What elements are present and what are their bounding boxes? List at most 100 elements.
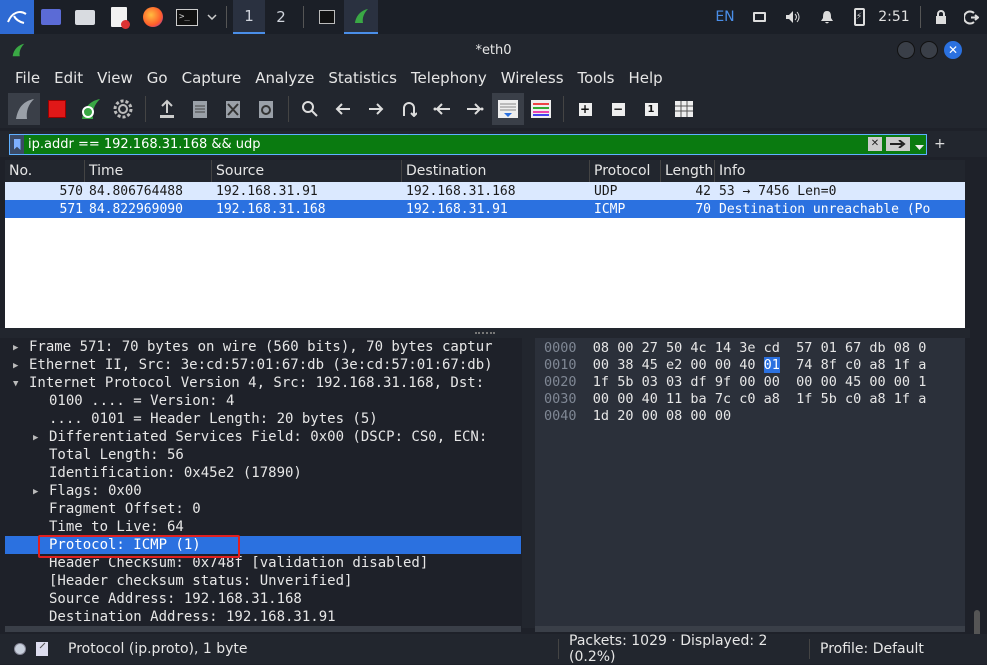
hex-byte[interactable]: 01 [821,340,837,356]
menu-telephony[interactable]: Telephony [404,69,494,87]
hex-byte[interactable]: 00 [764,374,780,390]
column-no[interactable]: No. [5,160,85,182]
battery-charging-icon[interactable]: ⚡ [844,0,874,34]
splitter-vertical[interactable] [522,338,535,628]
hex-byte[interactable]: 00 [869,374,885,390]
filter-input[interactable] [24,137,844,152]
table-row[interactable]: 570 84.806764488 192.168.31.91 192.168.3… [5,182,965,200]
hex-byte[interactable]: 45 [642,357,658,373]
tree-item[interactable]: Identification: 0x45e2 (17890) [5,464,521,482]
hex-byte[interactable]: 40 [739,357,755,373]
chevron-down-icon[interactable] [204,0,220,34]
hex-byte[interactable]: a8 [764,391,780,407]
first-packet-icon[interactable] [426,93,458,125]
desktop-icon[interactable] [34,0,68,34]
auto-scroll-icon[interactable] [492,93,524,125]
hex-byte[interactable]: 50 [666,340,682,356]
hex-byte[interactable]: 1d [593,408,609,424]
reload-file-icon[interactable] [250,93,282,125]
tree-item[interactable]: ▶ Ethernet II, Src: 3e:cd:57:01:67:db (3e… [5,356,521,374]
stop-capture-icon[interactable] [41,93,73,125]
hex-byte[interactable]: 00 [739,374,755,390]
text-editor-icon[interactable] [102,0,136,34]
tree-item[interactable]: Total Length: 56 [5,446,521,464]
tree-item[interactable]: Fragment Offset: 0 [5,500,521,518]
hex-byte[interactable]: 03 [642,374,658,390]
close-file-icon[interactable] [217,93,249,125]
language-indicator[interactable]: EN [708,0,742,34]
hex-byte[interactable]: 8f [821,357,837,373]
hex-byte[interactable]: 4c [690,340,706,356]
maximize-button[interactable] [920,41,938,59]
hex-byte[interactable]: 00 [617,340,633,356]
tree-item[interactable]: Time to Live: 64 [5,518,521,536]
clear-filter-icon[interactable]: ✕ [868,137,882,151]
menu-edit[interactable]: Edit [47,69,90,87]
splitter-horizontal[interactable] [0,328,970,338]
hex-byte[interactable]: df [690,374,706,390]
column-time[interactable]: Time [85,160,212,182]
hex-byte[interactable]: 40 [642,391,658,407]
bytes-horizontal-scrollbar[interactable] [535,626,965,632]
zoom-in-icon[interactable]: + [569,93,601,125]
column-protocol[interactable]: Protocol [590,160,661,182]
hex-row[interactable]: 0000 08 00 27 50 4c 14 3e cd 57 01 67 db… [544,340,965,357]
hex-byte[interactable]: 1f [593,374,609,390]
hex-byte[interactable]: 08 [894,340,910,356]
logout-icon[interactable] [955,0,987,34]
resize-columns-icon[interactable] [668,93,700,125]
menu-go[interactable]: Go [140,69,175,87]
hex-byte[interactable]: 00 [796,374,812,390]
table-row-selected[interactable]: 571 84.822969090 192.168.31.168 192.168.… [5,200,965,218]
hex-byte[interactable]: a8 [869,357,885,373]
hex-byte[interactable]: a [918,391,926,407]
apply-filter-arrow-icon[interactable] [886,137,910,151]
terminal-window-button[interactable] [310,0,344,34]
clock[interactable]: 2:51 [874,0,914,34]
terminal-icon[interactable]: >_ [170,0,204,34]
menu-analyze[interactable]: Analyze [248,69,321,87]
hex-byte[interactable]: 1f [894,357,910,373]
hex-byte[interactable]: 00 [821,374,837,390]
add-filter-button[interactable]: + [934,136,946,152]
hex-byte[interactable]: 20 [617,408,633,424]
hex-byte[interactable]: 5b [821,391,837,407]
tree-item[interactable]: ▶ Differentiated Services Field: 0x00 (DS… [5,428,521,446]
hex-byte[interactable]: cd [764,340,780,356]
tree-item[interactable]: ▶ Flags: 0x00 [5,482,521,500]
expert-info-icon[interactable] [14,643,26,655]
workspace-2[interactable]: 2 [265,0,297,34]
hex-byte[interactable]: 00 [642,408,658,424]
menu-capture[interactable]: Capture [175,69,249,87]
hex-byte[interactable]: 67 [845,340,861,356]
column-length[interactable]: Length [661,160,715,182]
hex-row[interactable]: 0040 1d 20 00 08 00 00 [544,408,965,425]
hex-byte[interactable]: 1f [894,391,910,407]
hex-byte[interactable]: 45 [845,374,861,390]
hex-row[interactable]: 0030 00 00 40 11 ba 7c c0 a8 1f 5b c0 a8… [544,391,965,408]
expand-right-icon[interactable]: ▶ [33,483,38,501]
workspace-1[interactable]: 1 [233,0,265,34]
hex-byte[interactable]: 1 [918,374,926,390]
details-horizontal-scrollbar[interactable] [5,626,521,632]
menu-help[interactable]: Help [621,69,669,87]
save-file-icon[interactable] [184,93,216,125]
close-button[interactable]: ✕ [944,41,962,59]
menu-statistics[interactable]: Statistics [321,69,404,87]
notification-bell-icon[interactable] [810,0,844,34]
hex-byte[interactable]: 08 [666,408,682,424]
column-info[interactable]: Info [715,160,965,182]
hex-row[interactable]: 0010 00 38 45 e2 00 00 40 01 74 8f c0 a8… [544,357,965,374]
hex-byte[interactable]: 00 [715,357,731,373]
hex-byte[interactable]: c0 [845,357,861,373]
tree-item[interactable]: [Header checksum status: Unverified] [5,572,521,590]
status-profile[interactable]: Profile: Default [820,641,924,657]
tree-item[interactable]: Source Address: 192.168.31.168 [5,590,521,608]
hex-byte[interactable]: 01 [763,357,780,373]
hex-byte[interactable]: 00 [690,408,706,424]
normal-size-icon[interactable]: 1 [635,93,667,125]
window-titlebar[interactable]: *eth0 ✕ [0,34,987,66]
go-to-packet-icon[interactable] [393,93,425,125]
hex-byte[interactable]: e2 [666,357,682,373]
hex-byte[interactable]: db [869,340,885,356]
